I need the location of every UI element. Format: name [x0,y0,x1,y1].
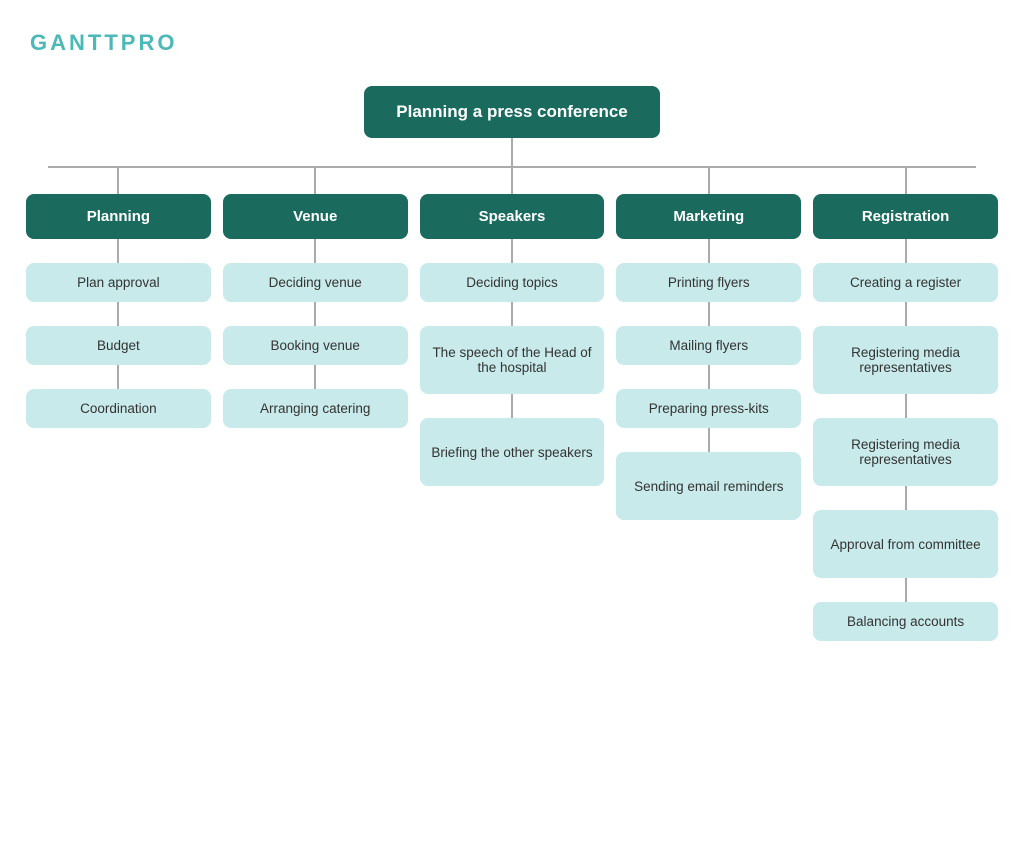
v-conn-s3 [511,394,513,418]
v-conn-v2 [314,302,316,326]
l1-header-venue: Venue [223,194,408,239]
l1-header-speakers: Speakers [420,194,605,239]
v-conn-s2 [511,302,513,326]
root-node: Planning a press conference [364,86,659,138]
l2-speech-head: The speech of the Head of the hospital [420,326,605,394]
v-conn-m1 [708,239,710,263]
l1-header-marketing: Marketing [616,194,801,239]
v-conn-m4 [708,428,710,452]
v-conn-r1 [905,239,907,263]
col-drop-1 [26,166,211,194]
v-conn-s1 [511,239,513,263]
l1-header-planning: Planning [26,194,211,239]
v-conn-m2 [708,302,710,326]
l2-registering-media-1: Registering media representatives [813,326,998,394]
root-vertical-connector [511,138,513,166]
l2-creating-register: Creating a register [813,263,998,302]
col-drop-3 [420,166,605,194]
column-marketing: Marketing Printing flyers Mailing flyers… [616,194,801,520]
v-conn-v1 [314,239,316,263]
col-drop-5 [813,166,998,194]
l2-plan-approval: Plan approval [26,263,211,302]
l2-arranging-catering: Arranging catering [223,389,408,428]
logo: GANTTPRO [30,30,1004,56]
l2-deciding-topics: Deciding topics [420,263,605,302]
v-conn-p1 [117,239,119,263]
l2-mailing-flyers: Mailing flyers [616,326,801,365]
l1-header-registration: Registration [813,194,998,239]
v-conn-r3 [905,394,907,418]
l2-deciding-venue: Deciding venue [223,263,408,302]
chart-container: Planning a press conference Planning Pla… [20,86,1004,641]
v-conn-r5 [905,578,907,602]
l2-budget: Budget [26,326,211,365]
col-drop-2 [223,166,408,194]
l2-approval-committee: Approval from committee [813,510,998,578]
columns-row: Planning Plan approval Budget Coordinati… [20,194,1004,641]
h-branch-line [48,166,976,168]
v-conn-m3 [708,365,710,389]
v-conn-r4 [905,486,907,510]
v-conn-p2 [117,302,119,326]
l2-booking-venue: Booking venue [223,326,408,365]
v-conn-r2 [905,302,907,326]
column-venue: Venue Deciding venue Booking venue Arran… [223,194,408,428]
l2-coordination: Coordination [26,389,211,428]
column-speakers: Speakers Deciding topics The speech of t… [420,194,605,486]
l2-briefing-speakers: Briefing the other speakers [420,418,605,486]
col-drop-4 [616,166,801,194]
v-conn-p3 [117,365,119,389]
l2-printing-flyers: Printing flyers [616,263,801,302]
column-registration: Registration Creating a register Registe… [813,194,998,641]
column-planning: Planning Plan approval Budget Coordinati… [26,194,211,428]
l2-preparing-presskits: Preparing press-kits [616,389,801,428]
v-conn-v3 [314,365,316,389]
l2-balancing-accounts: Balancing accounts [813,602,998,641]
l2-registering-media-2: Registering media representatives [813,418,998,486]
l2-sending-email: Sending email reminders [616,452,801,520]
